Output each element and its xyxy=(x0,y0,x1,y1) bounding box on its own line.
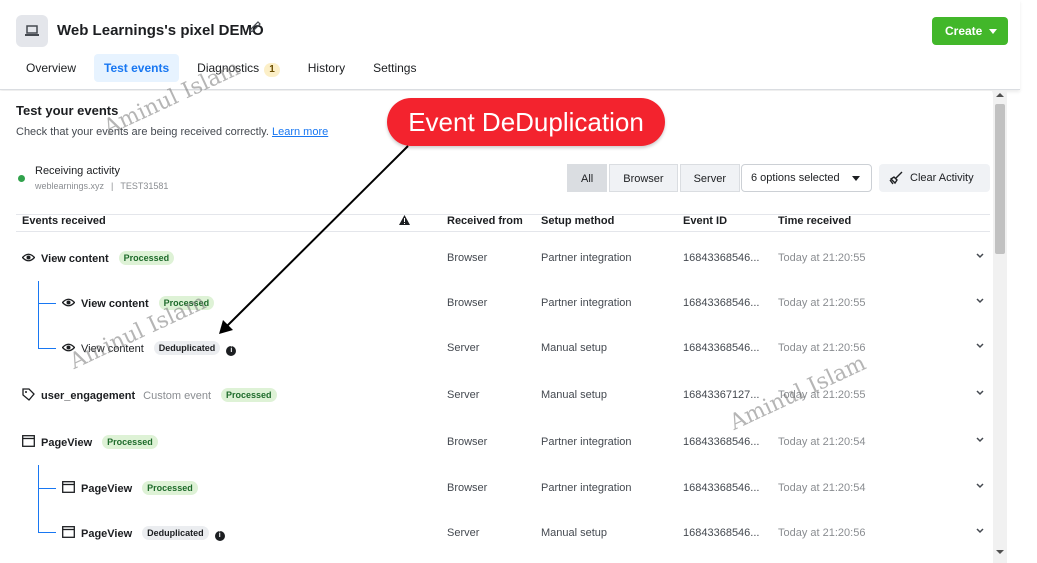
annotation-arrow-icon xyxy=(219,145,409,334)
